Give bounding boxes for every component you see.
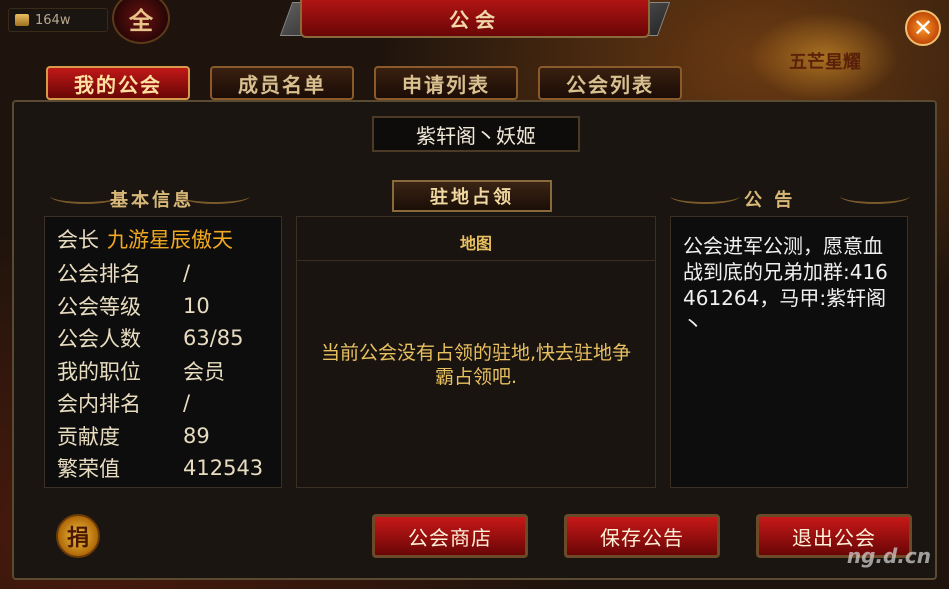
gold-icon [15, 14, 29, 26]
promo-banner[interactable]: 五芒星耀 [749, 12, 899, 102]
info-value: 10 [183, 293, 210, 318]
info-row: 繁荣值 412543 [57, 452, 269, 485]
tab-application-list[interactable]: 申请列表 [374, 66, 518, 100]
info-row: 公会排名 / [57, 257, 269, 290]
info-row: 贡献度 89 [57, 420, 269, 453]
info-key: 公会等级 [57, 294, 141, 319]
info-key: 公会排名 [57, 262, 141, 287]
info-row: 公会等级 10 [57, 290, 269, 323]
section-notice: 公 告 [744, 190, 796, 211]
basic-info-panel: 会长 九游星辰傲天 公会排名 / 公会等级 10 公会人数 63/85 我的职位 会员 … [44, 216, 282, 488]
info-key: 公会人数 [57, 327, 141, 352]
info-key: 繁荣值 [57, 457, 120, 482]
info-row: 公会人数 63/85 [57, 322, 269, 355]
info-key: 贡献度 [57, 424, 120, 449]
ornament-swirl [840, 188, 910, 204]
info-value: / [183, 261, 191, 286]
info-row: 会内排名 / [57, 387, 269, 420]
section-occupy: 驻地占领 [392, 180, 552, 212]
info-key: 我的职位 [57, 359, 141, 384]
info-key: 会内排名 [57, 392, 141, 417]
guild-shop-button[interactable]: 公会商店 [372, 514, 528, 558]
window-title-text: 公会 [449, 7, 501, 32]
close-icon[interactable]: ✕ [905, 10, 941, 46]
leader-value: 九游星辰傲天 [107, 228, 233, 252]
save-notice-button[interactable]: 保存公告 [564, 514, 720, 558]
leader-row: 会长 九游星辰傲天 [57, 221, 269, 257]
map-panel: 地图 当前公会没有占领的驻地,快去驻地争霸占领吧. [296, 216, 656, 488]
map-caption: 地图 [297, 223, 655, 261]
leader-label: 会长 [57, 228, 99, 252]
donate-button[interactable]: 捐 [56, 514, 100, 558]
info-value: 会员 [183, 359, 225, 384]
gold-amount: 164w [35, 12, 71, 28]
tab-bar: 我的公会 成员名单 申请列表 公会列表 [46, 66, 682, 100]
ornament-swirl [180, 188, 250, 204]
notice-text[interactable]: 公会进军公测，愿意血战到底的兄弟加群:416461264，马甲:紫轩阁丶 [670, 216, 908, 488]
info-value: / [183, 391, 191, 416]
promo-text: 五芒星耀 [789, 52, 861, 73]
info-value: 89 [183, 423, 210, 448]
guild-name: 紫轩阁丶妖姬 [372, 116, 580, 152]
info-value: 63/85 [183, 326, 244, 351]
tab-guild-list[interactable]: 公会列表 [538, 66, 682, 100]
watermark: ng.d.cn [846, 544, 931, 568]
tab-my-guild[interactable]: 我的公会 [46, 66, 190, 100]
map-message: 当前公会没有占领的驻地,快去驻地争霸占领吧. [320, 342, 632, 388]
window-title: 公会 [300, 0, 650, 38]
info-value: 412543 [183, 456, 264, 481]
tab-member-list[interactable]: 成员名单 [210, 66, 354, 100]
gold-balance: 164w [8, 8, 108, 32]
ornament-swirl [670, 188, 740, 204]
quan-button[interactable]: 全 [112, 0, 170, 44]
info-row: 我的职位 会员 [57, 355, 269, 388]
